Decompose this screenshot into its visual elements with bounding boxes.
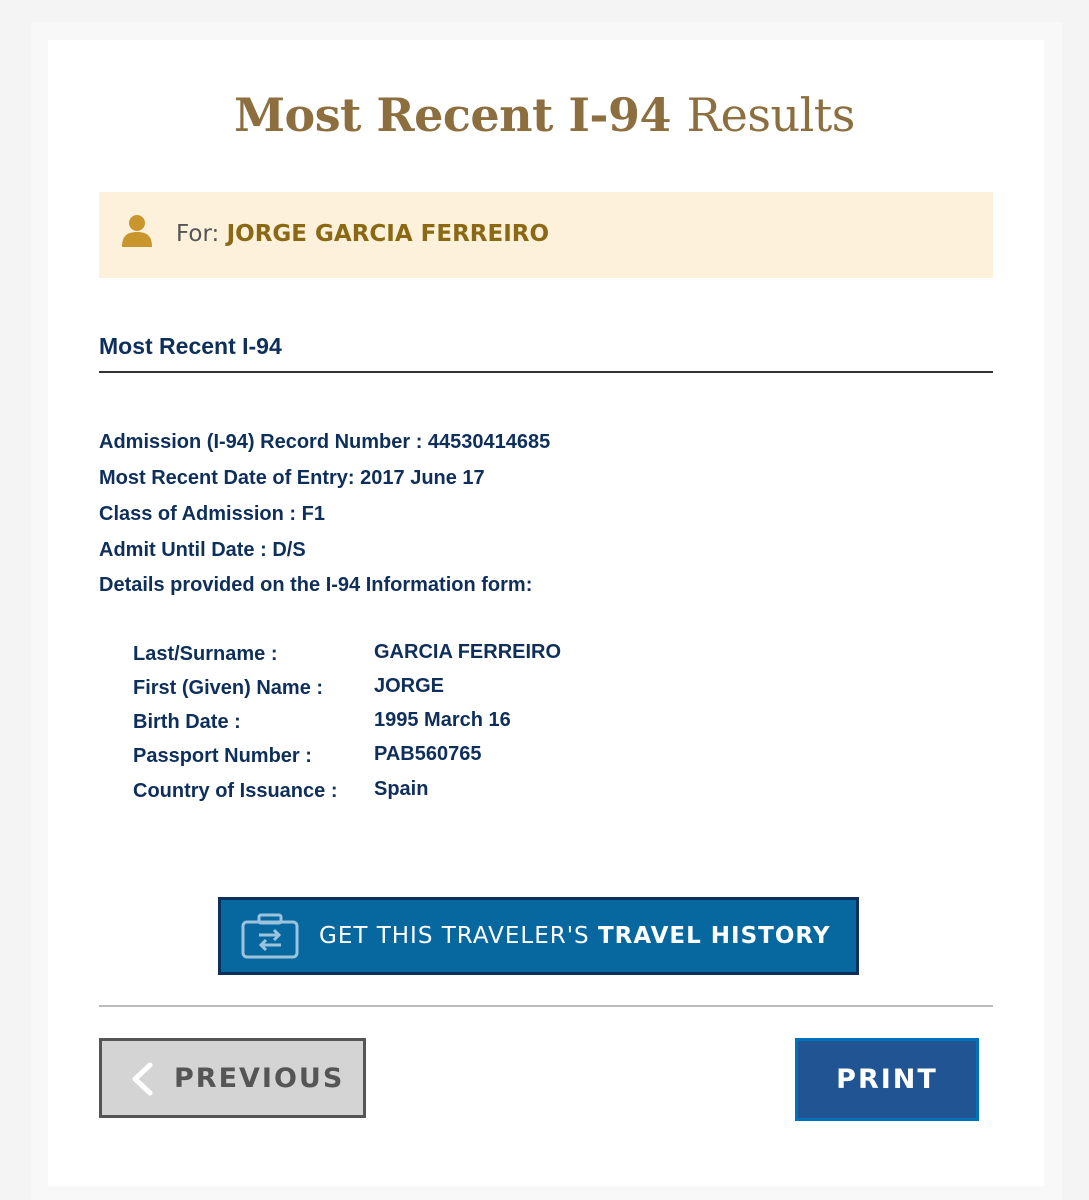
footer-divider bbox=[99, 1005, 993, 1007]
detail-label-surname: Last/Surname : bbox=[133, 643, 278, 665]
page-title-bold: Most Recent I-94 bbox=[234, 88, 671, 142]
chevron-left-icon bbox=[132, 1062, 153, 1096]
travel-history-label: GET THIS TRAVELER'S TRAVEL HISTORY bbox=[319, 923, 831, 949]
detail-value-passport: PAB560765 bbox=[374, 743, 482, 765]
page-title-light: Results bbox=[686, 88, 855, 142]
print-label: PRINT bbox=[836, 1064, 938, 1095]
entry-date-line: Most Recent Date of Entry: 2017 June 17 bbox=[99, 467, 485, 489]
detail-label-country: Country of Issuance : bbox=[133, 780, 338, 802]
previous-label: PREVIOUS bbox=[174, 1063, 345, 1094]
admit-until-line: Admit Until Date : D/S bbox=[99, 539, 306, 561]
section-title: Most Recent I-94 bbox=[99, 333, 282, 359]
detail-label-passport: Passport Number : bbox=[133, 745, 312, 767]
previous-button[interactable]: PREVIOUS bbox=[99, 1038, 366, 1118]
detail-value-given-name: JORGE bbox=[374, 675, 445, 697]
travel-history-prefix: GET THIS TRAVELER'S bbox=[319, 923, 590, 949]
page-title: Most Recent I-94 Results bbox=[0, 88, 1089, 142]
person-icon bbox=[122, 215, 152, 247]
detail-label-given-name: First (Given) Name : bbox=[133, 677, 324, 699]
detail-value-country: Spain bbox=[374, 778, 429, 800]
section-divider bbox=[99, 371, 993, 373]
traveler-for-text: For: JORGE GARCIA FERREIRO bbox=[176, 221, 549, 247]
detail-label-birth-date: Birth Date : bbox=[133, 711, 241, 733]
travel-history-emphasis: TRAVEL HISTORY bbox=[597, 923, 831, 949]
details-intro-line: Details provided on the I-94 Information… bbox=[99, 574, 533, 596]
traveler-banner: For: JORGE GARCIA FERREIRO bbox=[99, 192, 993, 278]
for-label: For: bbox=[176, 221, 220, 247]
class-of-admission-line: Class of Admission : F1 bbox=[99, 503, 325, 525]
record-number-line: Admission (I-94) Record Number : 4453041… bbox=[99, 431, 551, 453]
print-button[interactable]: PRINT bbox=[795, 1038, 979, 1121]
detail-value-surname: GARCIA FERREIRO bbox=[374, 641, 562, 663]
travel-history-button[interactable]: GET THIS TRAVELER'S TRAVEL HISTORY bbox=[218, 897, 859, 975]
detail-value-birth-date: 1995 March 16 bbox=[374, 709, 511, 731]
traveler-name: JORGE GARCIA FERREIRO bbox=[226, 221, 550, 247]
suitcase-transfer-icon bbox=[241, 913, 299, 959]
